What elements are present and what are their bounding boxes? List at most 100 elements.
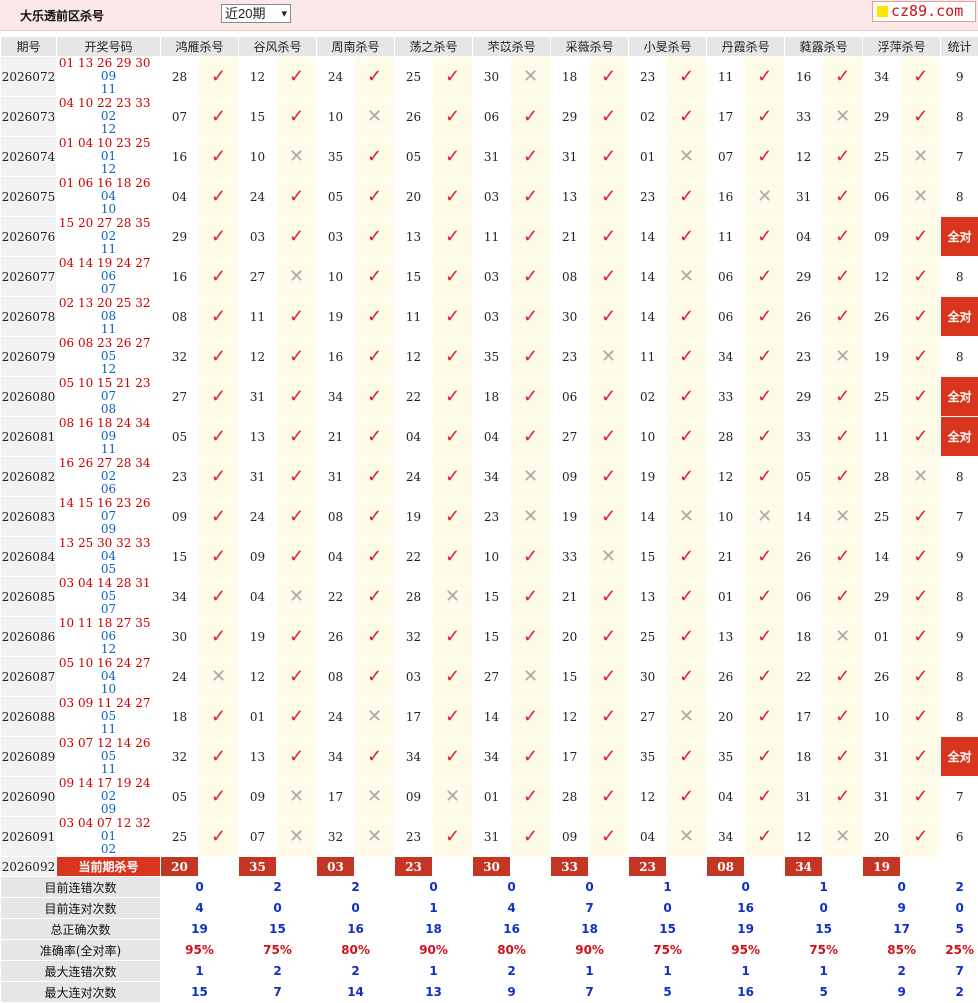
- kill-number-cell: 35: [707, 737, 745, 777]
- result-mark-cell: ✓: [589, 217, 629, 257]
- result-mark-cell: ✓: [511, 177, 551, 217]
- result-mark-cell: ✓: [277, 177, 317, 217]
- check-icon: ✓: [289, 746, 304, 767]
- period-cell: 2026090: [1, 777, 57, 817]
- kill-number-cell: 31: [317, 457, 355, 497]
- result-mark-cell: ✓: [823, 57, 863, 97]
- front-numbers: 01 04 10 23 25: [59, 137, 151, 151]
- back-number: 08: [101, 402, 116, 416]
- kill-number-cell: 14: [863, 537, 901, 577]
- cross-icon: ✕: [835, 626, 850, 647]
- stat-label: 最大连对次数: [1, 982, 161, 1003]
- kill-number-cell: 26: [785, 537, 823, 577]
- kill-number-cell: 13: [551, 177, 589, 217]
- kill-number-cell: 24: [239, 497, 277, 537]
- result-mark-cell: ✓: [199, 577, 239, 617]
- result-mark-cell: ✓: [199, 737, 239, 777]
- kill-number-cell: 12: [785, 137, 823, 177]
- period-cell: 2026076: [1, 217, 57, 257]
- draw-numbers-cell: 03 04 14 28 31 0507: [57, 577, 161, 617]
- kill-number-cell: 32: [161, 737, 199, 777]
- kill-number-cell: 31: [473, 817, 511, 857]
- result-mark-cell: ✓: [277, 537, 317, 577]
- col-expert: 小旻杀号: [629, 37, 707, 57]
- result-mark-cell: ✓: [511, 697, 551, 737]
- row-stat-cell: 全对: [941, 417, 978, 457]
- check-icon: ✓: [835, 466, 850, 487]
- current-kill-value: 08: [707, 857, 745, 877]
- front-numbers: 10 11 18 27 35: [59, 617, 151, 631]
- cross-icon: ✕: [445, 586, 460, 607]
- kill-number-cell: 03: [317, 217, 355, 257]
- check-icon: ✓: [601, 186, 616, 207]
- check-icon: ✓: [523, 306, 538, 327]
- kill-number-cell: 29: [161, 217, 199, 257]
- kill-number-cell: 19: [395, 497, 433, 537]
- check-icon: ✓: [445, 706, 460, 727]
- check-icon: ✓: [523, 386, 538, 407]
- check-icon: ✓: [679, 746, 694, 767]
- period-cell: 2026080: [1, 377, 57, 417]
- check-icon: ✓: [289, 346, 304, 367]
- kill-number-cell: 14: [473, 697, 511, 737]
- result-mark-cell: ✓: [433, 337, 473, 377]
- result-mark-cell: ✓: [199, 417, 239, 457]
- result-mark-cell: ✓: [433, 457, 473, 497]
- cross-icon: ✕: [289, 786, 304, 807]
- result-mark-cell: ✓: [433, 417, 473, 457]
- kill-number-cell: 13: [629, 577, 667, 617]
- back-number: 05: [101, 562, 116, 576]
- kill-number-cell: 05: [395, 137, 433, 177]
- stat-value: 75%: [629, 940, 707, 961]
- check-icon: ✓: [289, 506, 304, 527]
- stat-value: 1: [395, 961, 473, 982]
- cross-icon: ✕: [679, 706, 694, 727]
- kill-number-cell: 15: [551, 657, 589, 697]
- table-row: 202607704 14 19 24 27 060716✓27✕10✓15✓03…: [1, 257, 978, 297]
- check-icon: ✓: [757, 106, 772, 127]
- draw-numbers-cell: 01 04 10 23 25 0112: [57, 137, 161, 177]
- period-range-select[interactable]: 近20期 ▾: [221, 4, 291, 23]
- stat-value: 5: [785, 982, 863, 1003]
- check-icon: ✓: [757, 426, 772, 447]
- result-mark-cell: ✓: [589, 817, 629, 857]
- result-mark-cell: ✓: [589, 577, 629, 617]
- table-row: 202608108 16 18 24 34 091105✓13✓21✓04✓04…: [1, 417, 978, 457]
- check-icon: ✓: [757, 546, 772, 567]
- result-mark-cell: ✕: [433, 577, 473, 617]
- stat-value: 2: [317, 877, 395, 898]
- check-icon: ✓: [523, 426, 538, 447]
- site-logo[interactable]: cz89.com: [872, 1, 976, 22]
- table-row: 202607906 08 23 26 27 051232✓12✓16✓12✓35…: [1, 337, 978, 377]
- period-cell: 2026078: [1, 297, 57, 337]
- check-icon: ✓: [445, 506, 460, 527]
- stat-value: 2: [317, 961, 395, 982]
- result-mark-cell: ✓: [823, 217, 863, 257]
- kill-number-cell: 10: [707, 497, 745, 537]
- result-mark-cell: ✓: [745, 737, 785, 777]
- table-row: 202607802 13 20 25 32 081108✓11✓19✓11✓03…: [1, 297, 978, 337]
- col-expert: 采薇杀号: [551, 37, 629, 57]
- result-mark-cell: ✓: [355, 537, 395, 577]
- result-mark-cell: ✓: [433, 617, 473, 657]
- check-icon: ✓: [211, 506, 226, 527]
- draw-numbers-cell: 05 10 16 24 27 0410: [57, 657, 161, 697]
- check-icon: ✓: [289, 666, 304, 687]
- table-row: 202607304 10 22 23 33 021207✓15✓10✕26✓06…: [1, 97, 978, 137]
- check-icon: ✓: [601, 306, 616, 327]
- cross-icon: ✕: [679, 266, 694, 287]
- check-icon: ✓: [601, 506, 616, 527]
- stat-value: 0: [161, 877, 239, 898]
- check-icon: ✓: [679, 786, 694, 807]
- current-kill-value: 34: [785, 857, 823, 877]
- kill-number-cell: 08: [317, 657, 355, 697]
- check-icon: ✓: [367, 586, 382, 607]
- kill-number-cell: 35: [629, 737, 667, 777]
- result-mark-cell: ✓: [745, 617, 785, 657]
- kill-number-cell: 14: [785, 497, 823, 537]
- front-numbers: 04 10 22 23 33: [59, 97, 151, 111]
- stat-value: 75%: [239, 940, 317, 961]
- cross-icon: ✕: [601, 546, 616, 567]
- result-mark-cell: ✓: [199, 337, 239, 377]
- front-numbers: 09 14 17 19 24: [59, 777, 151, 791]
